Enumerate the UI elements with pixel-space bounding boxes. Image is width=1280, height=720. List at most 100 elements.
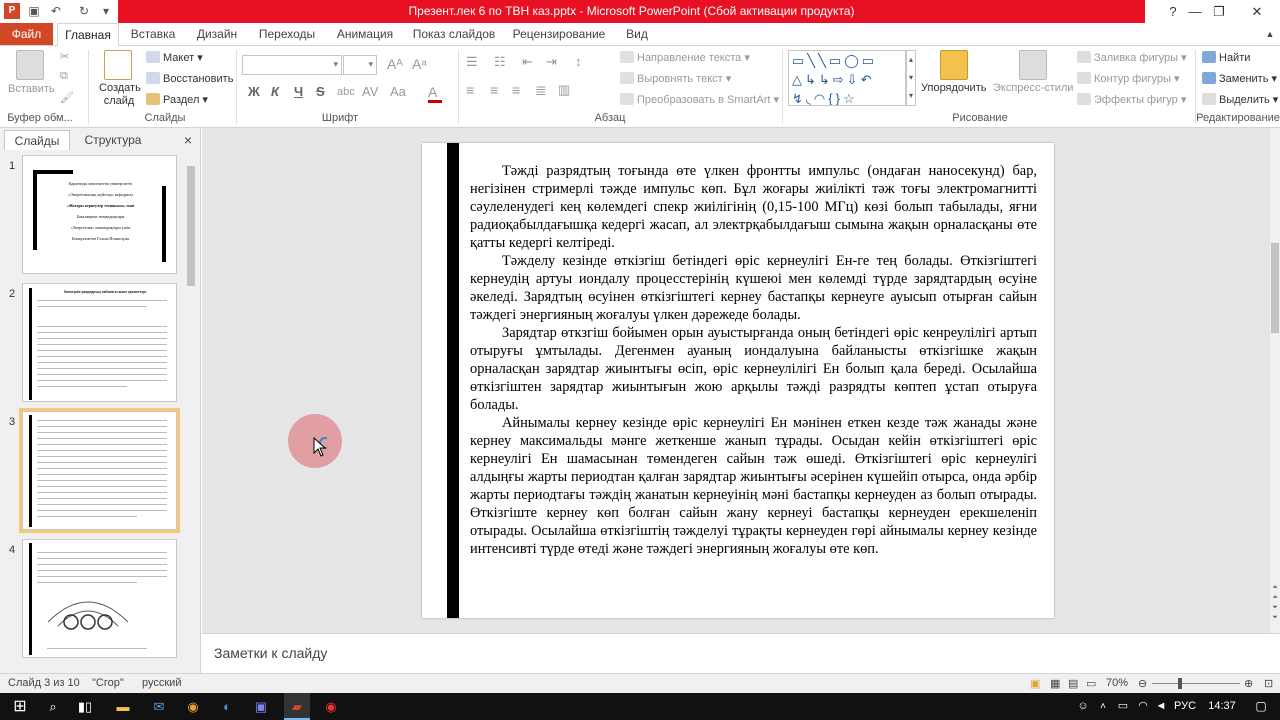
tab-transitions[interactable]: Переходы: [253, 23, 321, 46]
section-button[interactable]: Раздел ▾: [146, 93, 208, 106]
network-icon[interactable]: ▭: [1114, 693, 1132, 720]
slideshow-view-icon[interactable]: ▭: [1086, 677, 1096, 690]
strikethrough-button[interactable]: S: [316, 84, 325, 99]
copy-icon[interactable]: ⧉: [60, 70, 68, 83]
slide-thumbnail-1[interactable]: Қарағанды мемлекеттік университеті «Энер…: [22, 155, 177, 274]
arrange-icon[interactable]: [940, 50, 968, 80]
chrome-icon[interactable]: ◉: [180, 693, 206, 720]
columns-icon[interactable]: ▥: [558, 82, 570, 98]
undo-icon[interactable]: ↶: [48, 3, 64, 19]
decrease-indent-icon[interactable]: ⇤: [522, 54, 533, 70]
zoom-level[interactable]: 70%: [1106, 677, 1128, 689]
line-spacing-icon[interactable]: ↕: [575, 54, 582, 69]
close-pane-icon[interactable]: ×: [180, 130, 196, 150]
slide-thumbnail-4[interactable]: [22, 539, 177, 658]
notes-pane[interactable]: Заметки к слайду: [202, 633, 1280, 673]
wifi-icon[interactable]: ◠: [1134, 693, 1152, 720]
font-size-combo[interactable]: ▾: [343, 55, 377, 75]
quick-styles-icon[interactable]: [1019, 50, 1047, 80]
shrink-font-icon[interactable]: Aᵃ: [412, 56, 427, 72]
zoom-slider-thumb[interactable]: [1178, 678, 1182, 689]
slide-text-body[interactable]: Тәжді разрядтың тоғында өте үлкен фронтт…: [470, 162, 1037, 558]
fit-slide-icon[interactable]: ⊡: [1264, 677, 1273, 690]
ribbon-collapse-icon[interactable]: ▲: [1262, 23, 1278, 46]
notifications-icon[interactable]: ▢: [1248, 693, 1274, 720]
spacing-icon[interactable]: AV: [362, 84, 378, 99]
paste-button[interactable]: Вставить: [8, 83, 55, 95]
arrange-button[interactable]: Упорядочить: [921, 82, 986, 94]
bold-button[interactable]: Ж: [248, 84, 260, 99]
slide-sorter-icon[interactable]: ▦: [1050, 677, 1060, 690]
zoom-out-icon[interactable]: ⊖: [1138, 677, 1147, 690]
shape-fill-button[interactable]: Заливка фигуры ▾: [1077, 51, 1187, 64]
prev-next-slide-icons[interactable]: ⏶ ⏶ ⏷ ⏷: [1270, 583, 1280, 623]
new-slide-icon[interactable]: [104, 50, 132, 80]
scrollbar-thumb[interactable]: [1271, 243, 1279, 333]
slide-thumbnail-2[interactable]: Электрлік разрядтың табиғаты және қасиет…: [22, 283, 177, 402]
edge-icon[interactable]: ◐: [214, 693, 240, 720]
bullets-icon[interactable]: ☰: [466, 54, 478, 70]
powerpoint-taskbar-icon[interactable]: ▰: [284, 693, 310, 720]
clock[interactable]: 14:37: [1204, 693, 1240, 720]
shape-outline-button[interactable]: Контур фигуры ▾: [1077, 72, 1180, 85]
current-slide[interactable]: Тәжді разрядтың тоғында өте үлкен фронтт…: [422, 143, 1054, 618]
tab-file[interactable]: Файл: [0, 23, 53, 45]
tab-animations[interactable]: Анимация: [331, 23, 399, 46]
text-direction-button[interactable]: Направление текста ▾: [620, 51, 750, 64]
shape-effects-button[interactable]: Эффекты фигур ▾: [1077, 93, 1186, 106]
normal-view-icon[interactable]: ▣: [1030, 677, 1040, 690]
italic-button[interactable]: К: [271, 84, 279, 99]
mail-icon[interactable]: ✉: [146, 693, 172, 720]
save-icon[interactable]: ▣: [26, 3, 42, 19]
layout-button[interactable]: Макет ▾: [146, 51, 203, 64]
reading-view-icon[interactable]: ▤: [1068, 677, 1078, 690]
tab-view[interactable]: Вид: [620, 23, 654, 46]
font-name-combo[interactable]: ▾: [242, 55, 342, 75]
underline-button[interactable]: Ч: [294, 84, 303, 99]
smartart-button[interactable]: Преобразовать в SmartArt ▾: [620, 93, 779, 106]
align-left-icon[interactable]: ≡: [466, 82, 474, 98]
tab-outline[interactable]: Структура: [76, 130, 150, 150]
tab-slides[interactable]: Слайды: [4, 130, 70, 150]
new-slide-button[interactable]: Создать слайд: [99, 82, 141, 108]
zoom-in-icon[interactable]: ⊕: [1244, 677, 1253, 690]
paste-icon[interactable]: [16, 50, 44, 80]
customize-quick-access-icon[interactable]: ▾: [98, 3, 114, 19]
scrollbar-thumb[interactable]: [187, 166, 195, 286]
teams-icon[interactable]: ▣: [248, 693, 274, 720]
close-button[interactable]: ✕: [1234, 0, 1280, 23]
quick-styles-button[interactable]: Экспресс-стили: [993, 82, 1073, 94]
numbering-icon[interactable]: ☷: [494, 54, 506, 70]
windows-start-icon[interactable]: ⊞: [0, 693, 40, 720]
shapes-gallery[interactable]: ▭╲╲▭◯▭ △↳↳⇨⇩↶ ↯◟◠{}☆: [788, 50, 906, 106]
tab-insert[interactable]: Вставка: [124, 23, 182, 46]
slides-pane-scrollbar[interactable]: [185, 166, 197, 661]
language-indicator[interactable]: русский: [142, 677, 181, 689]
file-explorer-icon[interactable]: ▬: [110, 693, 136, 720]
char-spacing-icon[interactable]: abc: [337, 86, 355, 98]
recorder-icon[interactable]: ◉: [318, 693, 344, 720]
align-text-button[interactable]: Выровнять текст ▾: [620, 72, 731, 85]
search-icon[interactable]: ⌕: [40, 693, 66, 720]
tab-review[interactable]: Рецензирование: [508, 23, 610, 46]
reset-button[interactable]: Восстановить: [146, 72, 233, 85]
task-view-icon[interactable]: ▮▯: [72, 693, 98, 720]
increase-indent-icon[interactable]: ⇥: [546, 54, 557, 70]
zoom-slider[interactable]: [1152, 683, 1240, 684]
canvas-scrollbar[interactable]: ⏶ ⏶ ⏷ ⏷: [1270, 128, 1280, 633]
people-icon[interactable]: ☺: [1074, 693, 1092, 720]
change-case-icon[interactable]: Aa: [390, 84, 406, 99]
align-center-icon[interactable]: ≡: [490, 82, 498, 98]
font-color-icon[interactable]: A: [428, 84, 437, 100]
tray-overflow-icon[interactable]: ˄: [1094, 693, 1112, 720]
shapes-gallery-scroll[interactable]: ▴ ▾ ▾: [906, 50, 916, 106]
cut-icon[interactable]: ✂: [60, 50, 69, 63]
justify-icon[interactable]: ≣: [535, 82, 547, 99]
select-button[interactable]: Выделить ▾: [1202, 93, 1278, 106]
align-right-icon[interactable]: ≡: [512, 82, 520, 98]
input-language[interactable]: РУС: [1168, 693, 1202, 720]
tab-design[interactable]: Дизайн: [190, 23, 244, 46]
grow-font-icon[interactable]: Aᴬ: [387, 56, 403, 72]
replace-button[interactable]: Заменить ▾: [1202, 72, 1277, 85]
slide-thumbnail-3[interactable]: [22, 411, 177, 530]
